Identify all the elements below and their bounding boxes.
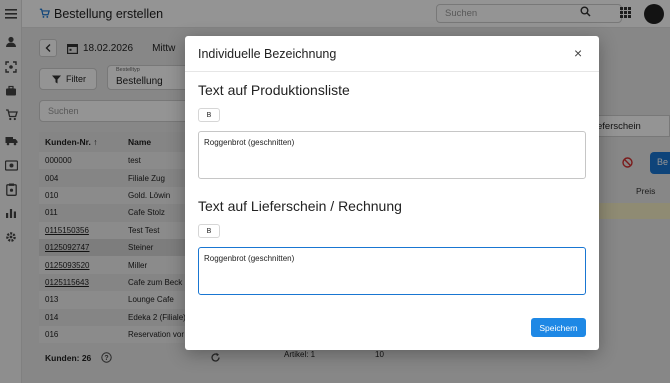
bold-button-invoice[interactable]: B	[198, 224, 220, 238]
production-text-input[interactable]: Roggenbrot (geschnitten)	[198, 131, 586, 179]
dialog-header: Individuelle Bezeichnung ×	[185, 36, 599, 72]
save-button[interactable]: Speichern	[531, 318, 586, 337]
invoice-text-input[interactable]: Roggenbrot (geschnitten)	[198, 247, 586, 295]
dialog-title: Individuelle Bezeichnung	[198, 47, 337, 61]
invoice-text-title: Text auf Lieferschein / Rechnung	[198, 198, 402, 214]
close-icon[interactable]: ×	[574, 46, 582, 60]
production-list-title: Text auf Produktionsliste	[198, 82, 350, 98]
bold-button-production[interactable]: B	[198, 108, 220, 122]
custom-label-dialog: Individuelle Bezeichnung × Text auf Prod…	[185, 36, 599, 350]
